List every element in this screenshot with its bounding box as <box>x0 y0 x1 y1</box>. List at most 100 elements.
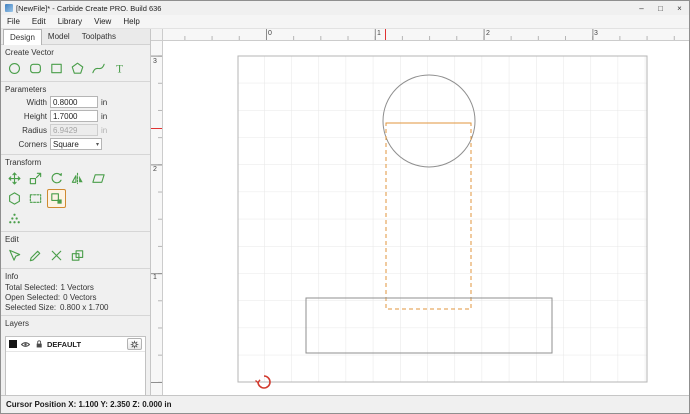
transform-section: Transform <box>1 155 150 230</box>
hruler-label: 2 <box>486 30 490 37</box>
scale-tool[interactable] <box>26 169 45 188</box>
width-label: Width <box>26 97 47 107</box>
width-unit: in <box>101 97 108 107</box>
menu-help[interactable]: Help <box>117 15 145 28</box>
hexagon-offset-icon <box>9 192 20 205</box>
circle-tool[interactable] <box>5 59 24 78</box>
vruler-label: 2 <box>153 166 157 173</box>
nudge-tool-selected[interactable] <box>47 189 66 208</box>
app-icon <box>5 4 13 12</box>
rounded-rect-icon <box>30 63 41 74</box>
menu-view[interactable]: View <box>88 15 117 28</box>
lock-icon[interactable] <box>34 339 44 349</box>
ruler-corner <box>151 29 163 41</box>
title-bar[interactable]: [NewFile]* - Carbide Create PRO. Build 6… <box>1 1 689 15</box>
vruler-label: 1 <box>153 274 157 281</box>
info-open-selected: Open Selected: 0 Vectors <box>5 293 146 302</box>
cursor-x-indicator <box>385 29 386 40</box>
offset-tool[interactable] <box>5 189 24 208</box>
vertical-ruler: 3 2 1 <box>151 41 163 395</box>
delete-tool[interactable] <box>47 246 66 265</box>
rotate-tool[interactable] <box>47 169 66 188</box>
canvas-svg[interactable] <box>163 41 689 395</box>
app-window: [NewFile]* - Carbide Create PRO. Build 6… <box>0 0 690 414</box>
design-sidebar: Design Model Toolpaths Create Vector T P… <box>1 29 151 395</box>
draw-tool[interactable] <box>26 246 45 265</box>
stock-boundary <box>237 55 648 383</box>
boolean-tool[interactable] <box>68 246 87 265</box>
layer-row-default[interactable]: DEFAULT <box>6 337 145 352</box>
layers-section: Layers <box>1 316 150 334</box>
menu-edit[interactable]: Edit <box>26 15 52 28</box>
info-label: Total Selected: <box>5 283 58 292</box>
cursor-position-readout: Cursor Position X: 1.100 Y: 2.350 Z: 0.0… <box>6 400 172 409</box>
boolean-icon <box>71 250 84 261</box>
array-tool[interactable] <box>5 209 24 228</box>
info-total-selected: Total Selected: 1 Vectors <box>5 283 146 292</box>
corners-select[interactable]: Square ▾ <box>50 138 102 150</box>
transform-tools-row1 <box>5 169 146 188</box>
edit-title: Edit <box>5 235 19 244</box>
minimize-button[interactable]: – <box>632 1 651 15</box>
rect-tool[interactable] <box>47 59 66 78</box>
close-button[interactable]: × <box>670 1 689 15</box>
marquee-tool[interactable] <box>26 189 45 208</box>
transform-tools-row2 <box>5 189 146 208</box>
rotate-icon <box>51 172 63 184</box>
polygon-tool[interactable] <box>68 59 87 78</box>
corners-value: Square <box>53 139 79 149</box>
curve-tool[interactable] <box>89 59 108 78</box>
menu-library[interactable]: Library <box>52 15 88 28</box>
tab-design[interactable]: Design <box>3 29 42 45</box>
layer-settings-button[interactable] <box>127 338 142 350</box>
window-title: [NewFile]* - Carbide Create PRO. Build 6… <box>16 3 162 13</box>
node-edit-tool[interactable] <box>5 246 24 265</box>
vruler-label: 3 <box>153 58 157 65</box>
corners-row: Corners Square ▾ <box>5 138 146 150</box>
width-input[interactable] <box>50 96 98 108</box>
design-canvas[interactable]: 0 1 2 3 3 2 1 <box>151 29 689 395</box>
pencil-icon <box>29 250 41 262</box>
move-tool[interactable] <box>5 169 24 188</box>
maximize-button[interactable]: □ <box>651 1 670 15</box>
delete-x-icon <box>51 250 62 261</box>
tab-model[interactable]: Model <box>42 29 76 44</box>
layer-color-swatch[interactable] <box>9 340 17 348</box>
window-controls: – □ × <box>632 1 689 15</box>
info-value: 1 Vectors <box>60 283 94 292</box>
radius-label: Radius <box>22 125 47 135</box>
text-tool[interactable]: T <box>110 59 129 78</box>
skew-icon <box>92 174 105 183</box>
height-row: Height in <box>5 110 146 122</box>
edit-section: Edit <box>1 232 150 267</box>
nudge-icon <box>51 193 62 204</box>
height-input[interactable] <box>50 110 98 122</box>
horizontal-ruler: 0 1 2 3 <box>163 29 689 41</box>
create-vector-title: Create Vector <box>5 48 54 57</box>
transform-title: Transform <box>5 158 42 167</box>
skew-tool[interactable] <box>89 169 108 188</box>
hruler-label: 1 <box>377 30 381 37</box>
height-label: Height <box>23 111 47 121</box>
menu-file[interactable]: File <box>1 15 26 28</box>
info-section: Info Total Selected: 1 Vectors Open Sele… <box>1 269 150 314</box>
info-selected-size: Selected Size: 0.800 x 1.700 <box>5 303 146 312</box>
polygon-icon <box>71 62 84 74</box>
tab-toolpaths[interactable]: Toolpaths <box>76 29 122 44</box>
gear-icon <box>130 340 139 348</box>
mirror-tool[interactable] <box>68 169 87 188</box>
eye-icon[interactable] <box>20 340 31 349</box>
rounded-rect-tool[interactable] <box>26 59 45 78</box>
node-edit-icon <box>9 249 21 261</box>
curve-icon <box>92 63 105 74</box>
array-dots-icon <box>9 213 20 224</box>
radius-unit: in <box>101 125 108 135</box>
height-unit: in <box>101 111 108 121</box>
menu-bar: File Edit Library View Help <box>1 15 689 29</box>
create-vector-tools: T <box>5 59 146 78</box>
info-label: Selected Size: <box>5 303 57 312</box>
info-value: 0.800 x 1.700 <box>60 303 109 312</box>
info-label: Open Selected: <box>5 293 61 302</box>
hruler-label: 3 <box>594 30 598 37</box>
radius-row: Radius in <box>5 124 146 136</box>
